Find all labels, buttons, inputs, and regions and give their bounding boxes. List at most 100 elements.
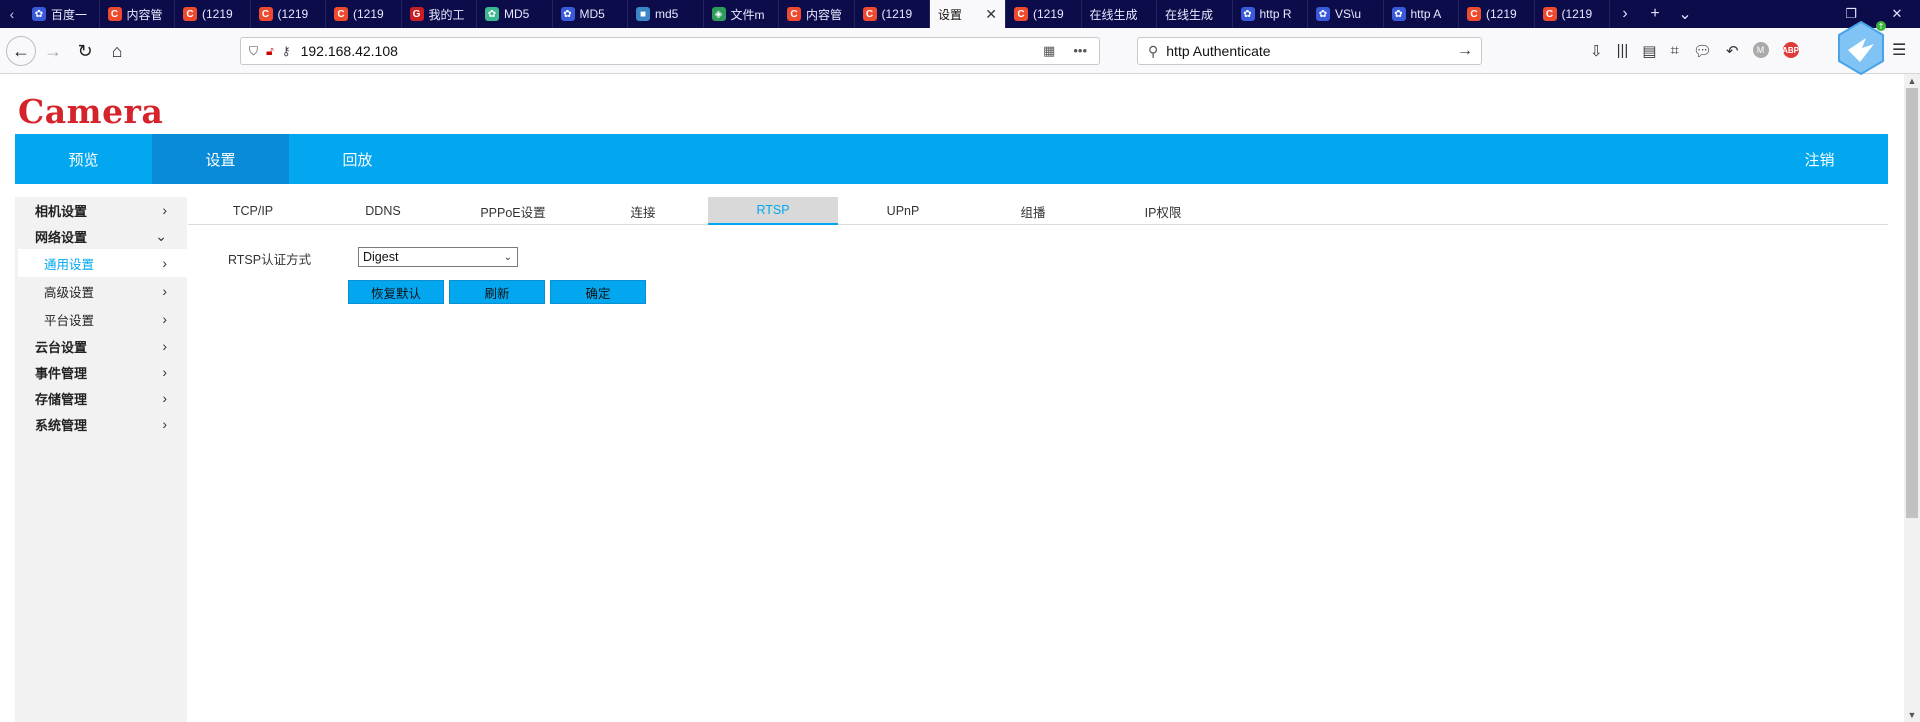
browser-tab[interactable]: C (1219 [326, 0, 402, 28]
tab-upnp[interactable]: UPnP [838, 197, 968, 225]
sidebar-item-camera[interactable]: 相机设置 › [15, 197, 187, 223]
list-all-tabs-icon[interactable]: ⌄ [1670, 0, 1700, 28]
sidebar-icon[interactable]: ▤ [1642, 42, 1656, 60]
browser-tab[interactable]: C (1219 [855, 0, 930, 28]
menu-hamburger-icon[interactable]: ☰ [1892, 40, 1906, 60]
browser-tab[interactable]: C (1219 [251, 0, 326, 28]
browser-tab[interactable]: C 内容管 [779, 0, 855, 28]
tab-multicast[interactable]: 组播 [968, 197, 1098, 225]
browser-tab[interactable]: 在线生成 [1082, 0, 1157, 28]
nav-preview[interactable]: 预览 [15, 134, 152, 184]
search-bar[interactable]: ⚲ http Authenticate → [1137, 37, 1482, 65]
browser-tab[interactable]: ■ md5 [628, 0, 704, 28]
select-value: Digest [363, 250, 399, 264]
sidebar-subitem-general[interactable]: 通用设置 › [18, 249, 187, 277]
adblock-plus-icon[interactable]: ABP [1782, 42, 1799, 58]
library-icon[interactable]: ||| [1617, 42, 1629, 60]
tab-ip-permission[interactable]: IP权限 [1098, 197, 1228, 225]
sidebar-item-label: 高级设置 [44, 285, 95, 300]
tab-pppoe[interactable]: PPPoE设置 [448, 197, 578, 225]
browser-tab[interactable]: C 内容管 [100, 0, 175, 28]
chat-icon[interactable]: 💬︎ [1693, 42, 1712, 60]
browser-tab[interactable]: ✿ VS\u [1308, 0, 1384, 28]
forward-icon[interactable]: → [38, 36, 68, 66]
browser-tab[interactable]: ✿ http A [1384, 0, 1459, 28]
browser-tab[interactable]: ✿ MD5 [477, 0, 553, 28]
search-go-arrow-icon[interactable]: → [1457, 42, 1473, 60]
tab-scroll-right-icon[interactable]: › [1610, 0, 1640, 28]
sidebar-item-ptz[interactable]: 云台设置 › [15, 333, 187, 359]
back-icon[interactable]: ← [6, 36, 36, 66]
chevron-down-icon: ⌄ [503, 251, 512, 263]
sidebar-item-event[interactable]: 事件管理 › [15, 359, 187, 385]
key-icon[interactable]: ⚷ [282, 44, 291, 58]
page-actions-icon[interactable]: ••• [1073, 43, 1087, 59]
sidebar-subitem-advanced[interactable]: 高级设置 › [15, 277, 187, 305]
csdn-c-icon: C [1542, 7, 1557, 21]
url-text[interactable]: 192.168.42.108 [301, 43, 398, 59]
svg-text:↑: ↑ [1878, 22, 1885, 31]
nav-settings[interactable]: 设置 [152, 134, 289, 184]
browser-tab[interactable]: 在线生成 [1157, 0, 1233, 28]
search-icon: ⚲ [1148, 42, 1159, 59]
page-scrollbar[interactable]: ▲ ▼ [1904, 74, 1920, 722]
nav-playback[interactable]: 回放 [289, 134, 426, 184]
address-bar[interactable]: ⛉ 🔓︎ ⚷ 192.168.42.108 ▦ ••• [240, 37, 1100, 65]
baidu-paw-icon: ✿ [1240, 7, 1255, 21]
chevron-right-icon: › [162, 202, 167, 218]
tab-ddns[interactable]: DDNS [318, 197, 448, 225]
new-tab-icon[interactable]: + [1640, 0, 1670, 28]
sidebar-item-network[interactable]: 网络设置 ⌄ [15, 223, 187, 249]
close-tab-icon[interactable]: ✕ [985, 6, 997, 23]
rtsp-auth-select[interactable]: Digest ⌄ [358, 247, 518, 267]
scroll-up-icon[interactable]: ▲ [1904, 76, 1920, 86]
browser-tab[interactable]: C (1219 [1459, 0, 1535, 28]
csdn-c-icon: C [787, 7, 801, 21]
browser-tab[interactable]: G 我的工 [402, 0, 477, 28]
chevron-right-icon: › [162, 416, 167, 432]
qr-code-icon[interactable]: ▦ [1043, 43, 1055, 59]
tracking-shield-icon[interactable]: ⛉ [249, 44, 258, 59]
reload-icon[interactable]: ↻ [70, 36, 100, 66]
logout-link[interactable]: 注销 [1751, 134, 1888, 184]
scroll-down-icon[interactable]: ▼ [1904, 710, 1920, 720]
browser-tab[interactable]: ◈ 文件m [704, 0, 779, 28]
browser-tab[interactable]: C (1219 [1006, 0, 1082, 28]
search-input[interactable]: http Authenticate [1166, 43, 1270, 59]
chevron-right-icon: › [162, 390, 167, 406]
download-icon[interactable]: ⇩ [1590, 42, 1603, 60]
tab-tcpip[interactable]: TCP/IP [188, 197, 318, 225]
tab-rtsp[interactable]: RTSP [708, 197, 838, 225]
confirm-button[interactable]: 确定 [550, 280, 646, 304]
scrollbar-thumb[interactable] [1906, 88, 1918, 518]
csdn-c-icon: C [183, 7, 197, 21]
chevron-right-icon: › [162, 283, 167, 299]
sidebar-item-label: 网络设置 [35, 229, 88, 245]
refresh-button[interactable]: 刷新 [449, 280, 545, 304]
tab-title: VS\u [1335, 7, 1362, 21]
tab-title: (1219 [1486, 7, 1517, 21]
undo-icon[interactable]: ↶ [1726, 42, 1739, 60]
sidebar-subitem-platform[interactable]: 平台设置 › [15, 305, 187, 333]
restore-default-button[interactable]: 恢复默认 [348, 280, 444, 304]
bird-assistant-icon[interactable]: ↑ [1836, 20, 1886, 76]
browser-tab[interactable]: C (1219 [175, 0, 251, 28]
browser-tab[interactable]: ✿ http R [1233, 0, 1308, 28]
sidebar-item-system[interactable]: 系统管理 › [15, 411, 187, 437]
browser-tab[interactable]: ✿ MD5 [553, 0, 628, 28]
chevron-right-icon: › [162, 364, 167, 380]
sidebar-item-storage[interactable]: 存储管理 › [15, 385, 187, 411]
baidu-paw-icon: ✿ [1316, 7, 1330, 21]
browser-tab[interactable]: ✿ 百度一 [24, 0, 100, 28]
toolbar-icons: ⇩ ||| ▤ ⌗ 💬︎ ↶ M ABP [1590, 42, 1799, 60]
tab-connect[interactable]: 连接 [578, 197, 708, 225]
browser-tab[interactable]: 设置 ✕ [930, 0, 1006, 28]
home-icon[interactable]: ⌂ [102, 36, 132, 66]
browser-tab[interactable]: C (1219 [1535, 0, 1610, 28]
screenshot-crop-icon[interactable]: ⌗ [1670, 42, 1678, 60]
tab-scroll-left-icon[interactable]: ‹ [0, 0, 24, 28]
insecure-lock-icon[interactable]: 🔓︎ [266, 44, 274, 59]
browser-tab-strip: ‹ ✿ 百度一 C 内容管 C (1219 C (1219 C (1219 G 我的工 ✿ MD5 ✿ MD5… [0, 0, 1920, 28]
m-extension-icon[interactable]: M [1752, 42, 1769, 58]
gitee-g-icon: G [409, 7, 424, 21]
